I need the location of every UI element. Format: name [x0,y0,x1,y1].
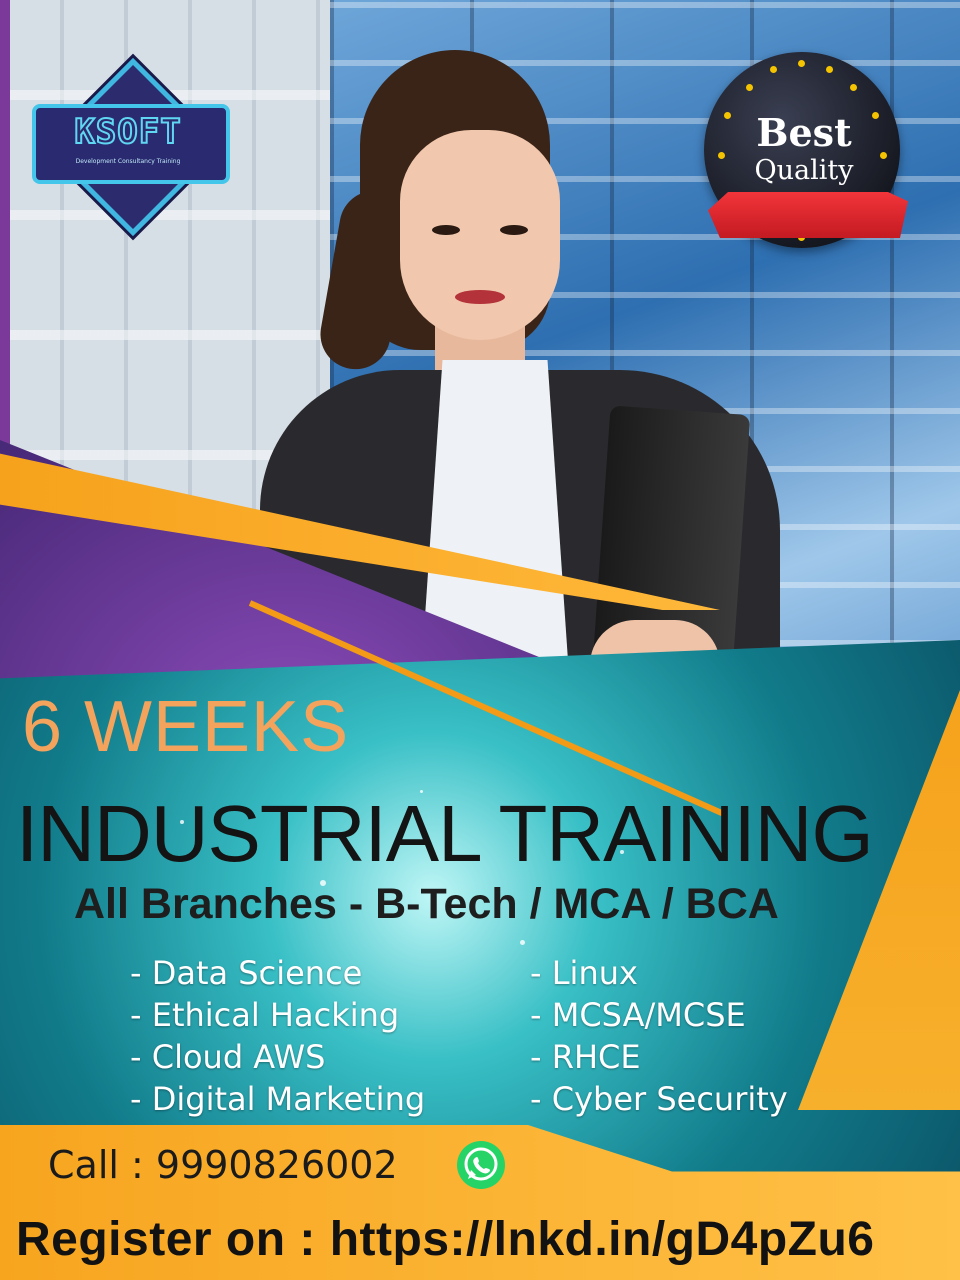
sparkle [520,940,525,945]
logo-tagline: Development Consultancy Training [75,158,181,165]
right-eye [500,225,528,235]
left-eye [432,225,460,235]
call-number[interactable]: Call : 9990826002 [48,1143,398,1187]
course-item: - MCSA/MCSE [530,996,746,1034]
lips [455,290,505,304]
main-title: INDUSTRIAL TRAINING [16,789,874,878]
branches-subtitle: All Branches - B-Tech / MCA / BCA [74,880,779,928]
register-link[interactable]: Register on : https://lnkd.in/gD4pZu6 [16,1212,875,1267]
badge-dot [746,84,753,91]
course-item: - RHCE [530,1038,641,1076]
face [400,130,560,340]
badge-dot [850,84,857,91]
badge-ribbon [708,192,908,238]
badge-dot [770,66,777,73]
ksoft-logo: KSOFT Development Consultancy Training [28,42,230,242]
best-quality-badge: Best Quality [700,52,908,252]
course-item: - Digital Marketing [130,1080,426,1118]
whatsapp-icon[interactable] [456,1140,506,1190]
logo-name: KSOFT [73,111,182,153]
course-item: - Cloud AWS [130,1038,326,1076]
course-item: - Cyber Security [530,1080,788,1118]
course-item: - Data Science [130,954,363,992]
badge-dot [826,66,833,73]
course-item: - Ethical Hacking [130,996,400,1034]
course-list-left: - Data Science - Ethical Hacking - Cloud… [130,952,425,1120]
purple-edge-strip [0,0,10,460]
course-list-right: - Linux - MCSA/MCSE - RHCE - Cyber Secur… [530,952,788,1120]
badge-quality-text: Quality [754,155,854,186]
course-item: - Linux [530,954,638,992]
badge-dot [798,60,805,67]
poster: KSOFT Development Consultancy Training B… [0,0,960,1280]
duration-heading: 6 WEEKS [22,687,350,767]
badge-best-text: Best [756,110,852,155]
